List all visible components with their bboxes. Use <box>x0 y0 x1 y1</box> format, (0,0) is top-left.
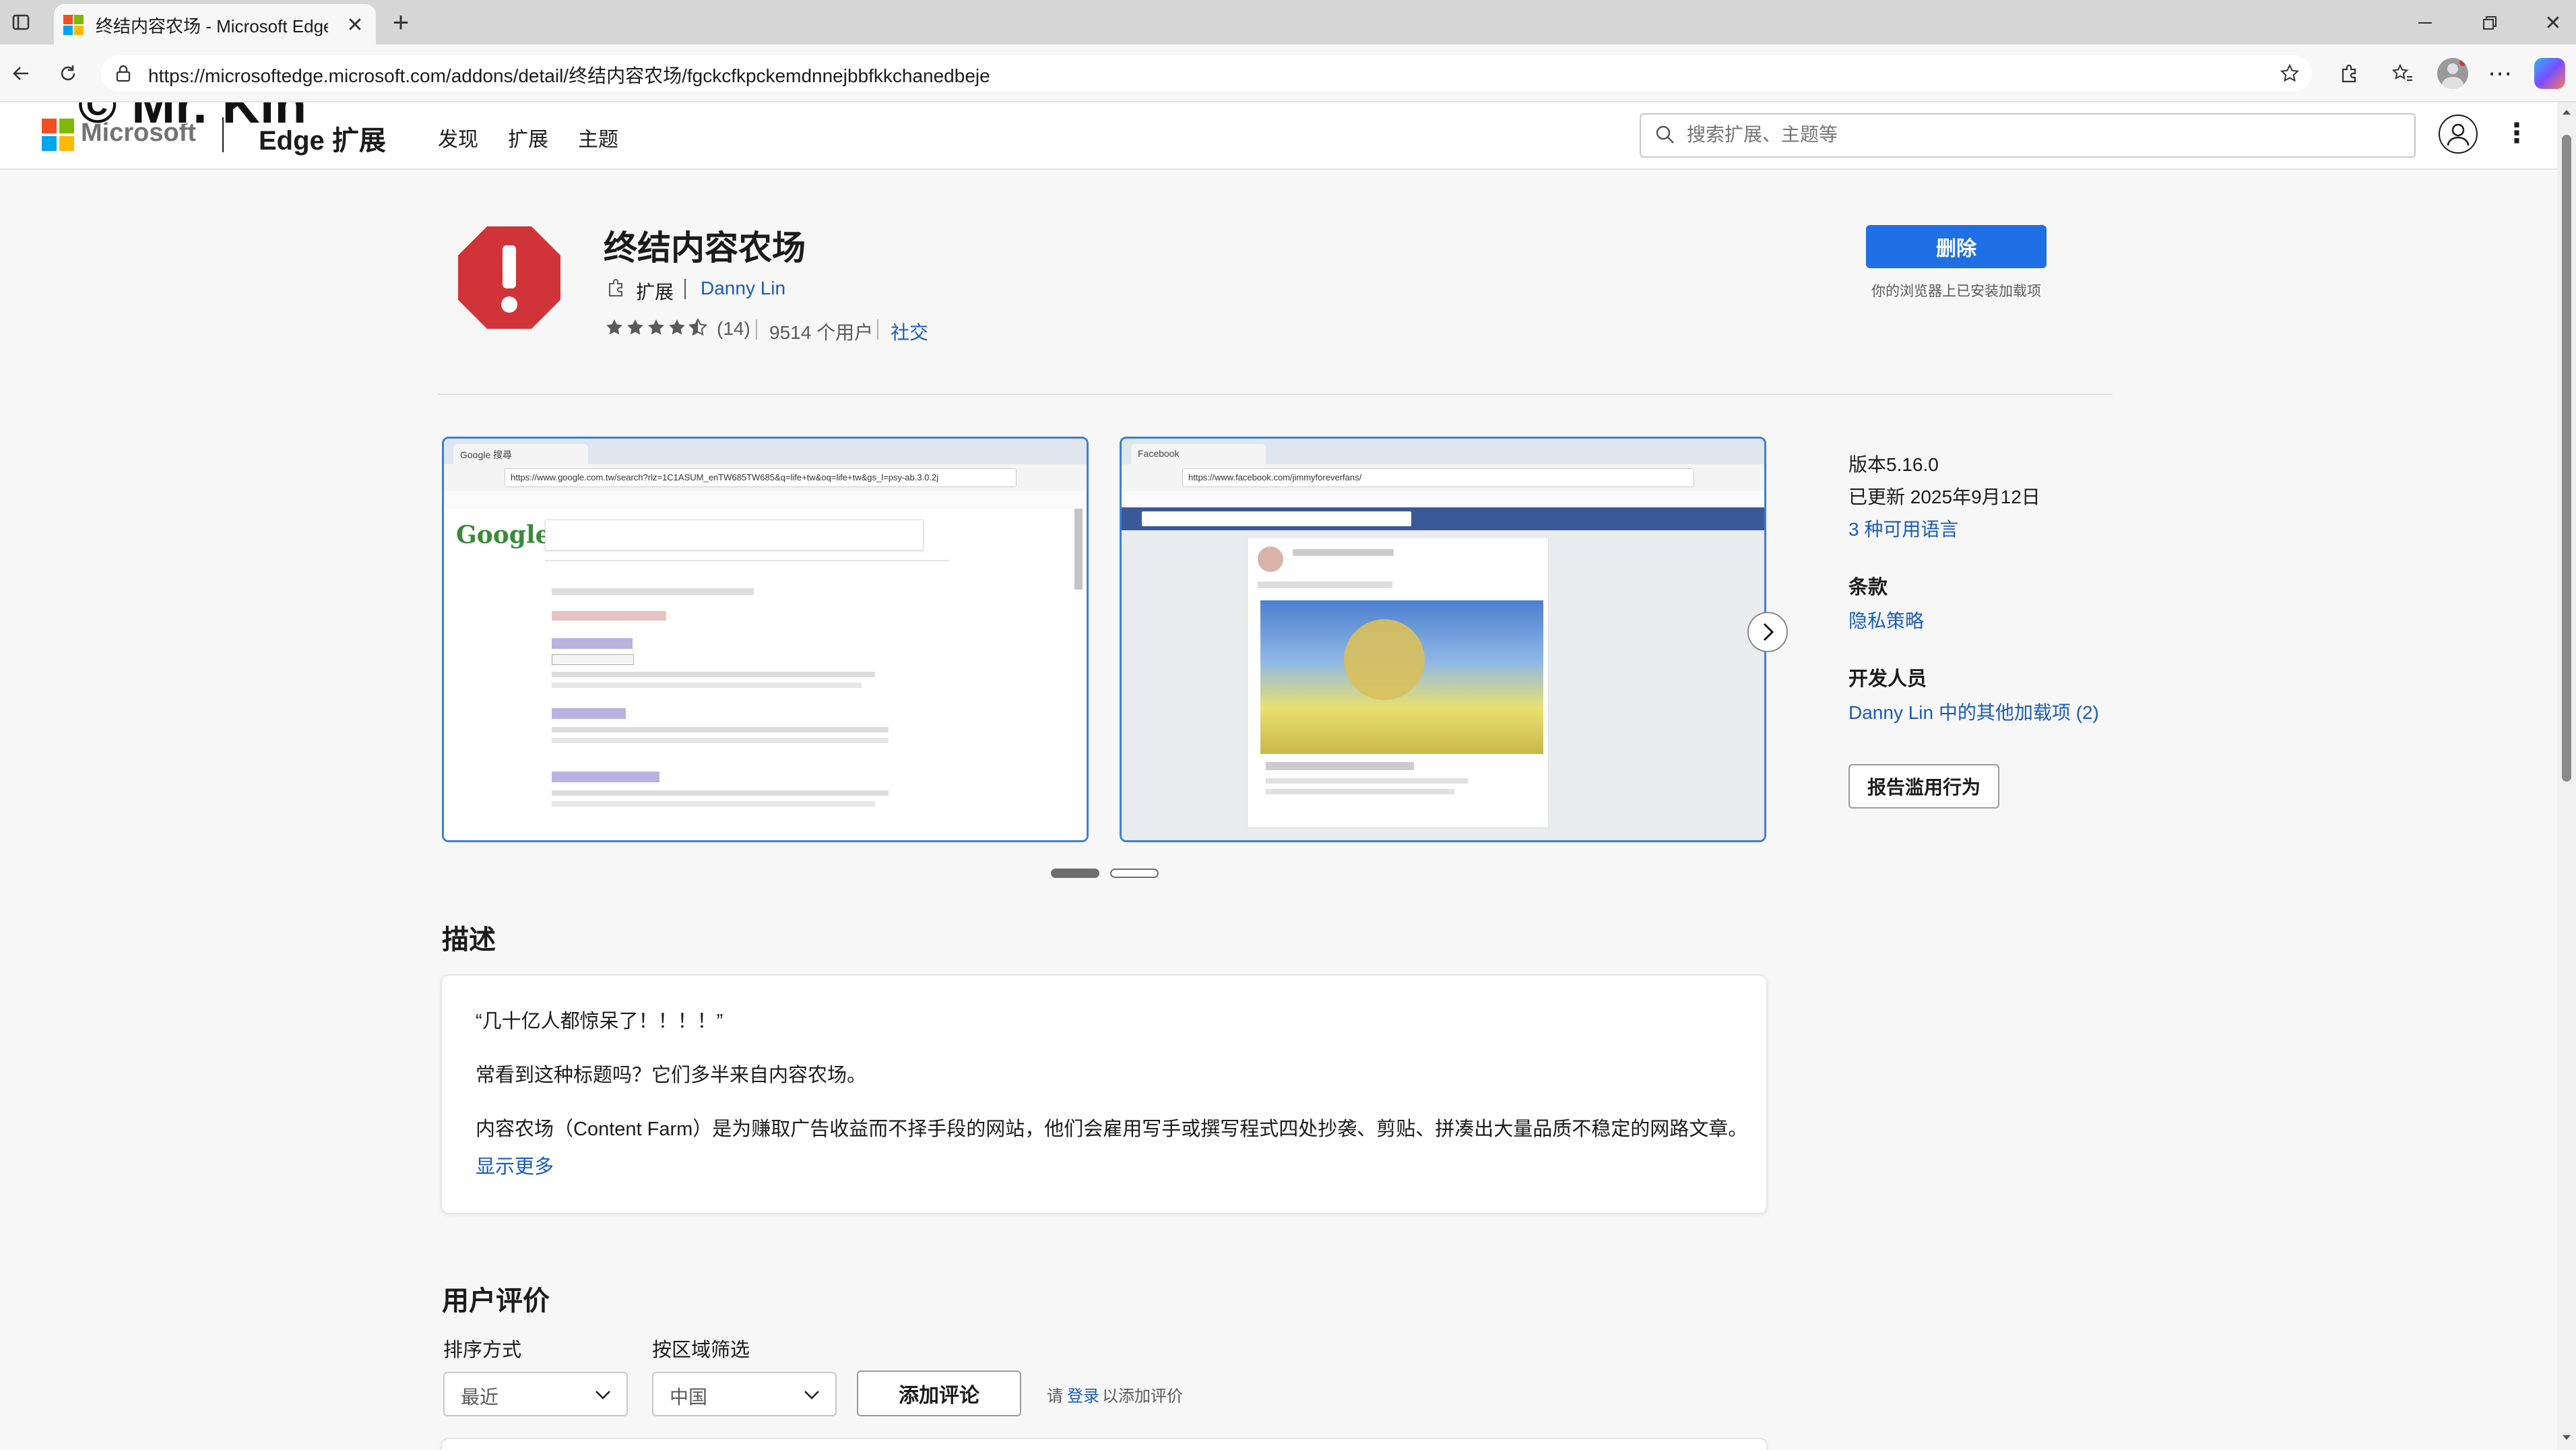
extension-icon <box>455 224 563 332</box>
carousel-next-button[interactable] <box>1747 612 1788 652</box>
search-icon <box>1654 124 1676 146</box>
scroll-up-icon[interactable] <box>2560 105 2573 119</box>
reviews-heading: 用户评价 <box>442 1286 550 1316</box>
remove-button[interactable]: 删除 <box>1866 225 2047 268</box>
restore-icon[interactable] <box>2476 9 2503 36</box>
account-icon[interactable] <box>2439 115 2478 154</box>
add-review-button[interactable]: 添加评论 <box>857 1370 1021 1416</box>
shot1-url: https://www.google.com.tw/search?rlz=1C1… <box>505 468 1017 487</box>
more-options-icon[interactable]: ⋯ <box>2486 59 2514 88</box>
favorites-icon[interactable] <box>2389 59 2417 88</box>
new-tab-icon[interactable]: + <box>387 6 415 38</box>
login-prefix: 请 <box>1047 1387 1063 1406</box>
tab-close-icon[interactable]: ✕ <box>344 13 366 36</box>
screenshot-1[interactable]: Google 搜尋 https://www.google.com.tw/sear… <box>442 437 1089 842</box>
window-close-icon[interactable]: ✕ <box>2540 9 2567 36</box>
version-text: 版本5.16.0 <box>1848 454 1939 475</box>
login-suffix: 以添加评价 <box>1102 1387 1183 1406</box>
languages-link[interactable]: 3 种可用语言 <box>1848 515 1958 542</box>
sort-label: 排序方式 <box>443 1339 522 1361</box>
updated-text: 已更新 2025年9月12日 <box>1848 486 2040 507</box>
rating-count[interactable]: (14) <box>717 318 750 340</box>
report-abuse-button[interactable]: 报告滥用行为 <box>1848 764 1999 809</box>
reviews-list-card <box>441 1438 1768 1450</box>
lock-icon[interactable] <box>112 62 135 85</box>
chevron-right-icon <box>1763 623 1774 641</box>
site-header: Microsoft Edge 扩展 发现 扩展 主题 ⋮ <box>0 102 2557 170</box>
copilot-icon[interactable] <box>2534 58 2565 89</box>
shot1-tab: Google 搜尋 <box>453 444 588 464</box>
extension-type: 扩展 <box>636 282 674 303</box>
meta-divider-2 <box>756 319 757 340</box>
search-input[interactable] <box>1685 120 2402 150</box>
installed-note: 你的浏览器上已安装加载项 <box>1871 284 2041 299</box>
chevron-down-icon <box>804 1391 819 1399</box>
region-value: 中国 <box>670 1387 708 1408</box>
microsoft-logo-icon <box>63 15 84 35</box>
chevron-down-icon <box>595 1391 610 1399</box>
header-more-icon[interactable]: ⋮ <box>2503 119 2530 152</box>
other-addons-link[interactable]: Danny Lin 中的其他加载项 (2) <box>1848 698 2099 725</box>
show-more-link[interactable]: 显示更多 <box>476 1151 554 1179</box>
search-box[interactable] <box>1640 113 2416 158</box>
description-p1: “几十亿人都惊呆了！！！！” <box>476 1011 723 1032</box>
terms-heading: 条款 <box>1848 577 1888 598</box>
watermark: © Mr. Kin <box>77 102 307 135</box>
puzzle-icon <box>606 278 626 298</box>
carousel-dot-2[interactable] <box>1110 869 1159 878</box>
description-card: “几十亿人都惊呆了！！！！” 常看到这种标题吗？它们多半来自内容农场。 内容农场… <box>441 974 1768 1214</box>
favorite-star-icon[interactable] <box>2276 59 2304 88</box>
url-text[interactable]: https://microsoftedge.microsoft.com/addo… <box>148 61 990 88</box>
category-link[interactable]: 社交 <box>891 318 928 345</box>
login-link[interactable]: 登录 <box>1067 1383 1099 1406</box>
browser-tab-active[interactable]: 终结内容农场 - Microsoft Edge Ad ✕ <box>54 4 376 44</box>
sort-value: 最近 <box>461 1387 499 1408</box>
shot1-logo: Google <box>456 521 551 549</box>
notification-dot <box>2459 59 2466 66</box>
rating-stars <box>605 317 713 340</box>
meta-divider-3 <box>877 319 878 340</box>
profile-avatar[interactable] <box>2437 58 2468 89</box>
nav-themes[interactable]: 主题 <box>578 123 618 152</box>
back-icon[interactable] <box>7 59 35 88</box>
minimize-icon[interactable] <box>2412 9 2439 36</box>
developer-link[interactable]: Danny Lin <box>701 278 785 299</box>
hero-separator <box>438 393 2113 395</box>
microsoft-logo[interactable] <box>42 119 74 151</box>
shot2-url: https://www.facebook.com/jimmyforeverfan… <box>1182 468 1694 487</box>
tab-title: 终结内容农场 - Microsoft Edge Ad <box>96 16 328 36</box>
user-count: 9514 个用户 <box>769 322 874 343</box>
refresh-icon[interactable] <box>54 59 82 88</box>
scroll-down-icon[interactable] <box>2560 1431 2573 1445</box>
scrollbar-thumb[interactable] <box>2562 135 2571 782</box>
nav-extensions[interactable]: 扩展 <box>508 123 548 152</box>
description-heading: 描述 <box>442 925 496 955</box>
region-select[interactable]: 中国 <box>652 1372 837 1416</box>
extension-title: 终结内容农场 <box>604 229 806 267</box>
privacy-link[interactable]: 隐私策略 <box>1848 606 1924 633</box>
description-p2: 常看到这种标题吗？它们多半来自内容农场。 <box>476 1065 867 1086</box>
region-label: 按区域筛选 <box>652 1339 750 1361</box>
nav-discover[interactable]: 发现 <box>438 123 478 152</box>
sort-select[interactable]: 最近 <box>443 1372 628 1416</box>
description-p3: 内容农场（Content Farm）是为赚取广告收益而不择手段的网站，他们会雇用… <box>476 1118 1742 1140</box>
page-content: Microsoft Edge 扩展 发现 扩展 主题 ⋮ © Mr. Kin 终… <box>0 102 2557 1450</box>
tab-actions-icon[interactable] <box>9 11 32 34</box>
extensions-icon[interactable] <box>2335 59 2363 88</box>
shot2-tab: Facebook <box>1131 444 1266 464</box>
carousel-dot-1[interactable] <box>1051 869 1099 878</box>
developer-heading: 开发人员 <box>1848 668 1927 690</box>
meta-divider <box>684 279 686 299</box>
browser-title-bar: 终结内容农场 - Microsoft Edge Ad ✕ + ✕ <box>0 0 2576 44</box>
screenshot-2[interactable]: Facebook https://www.facebook.com/jimmyf… <box>1120 437 1766 842</box>
